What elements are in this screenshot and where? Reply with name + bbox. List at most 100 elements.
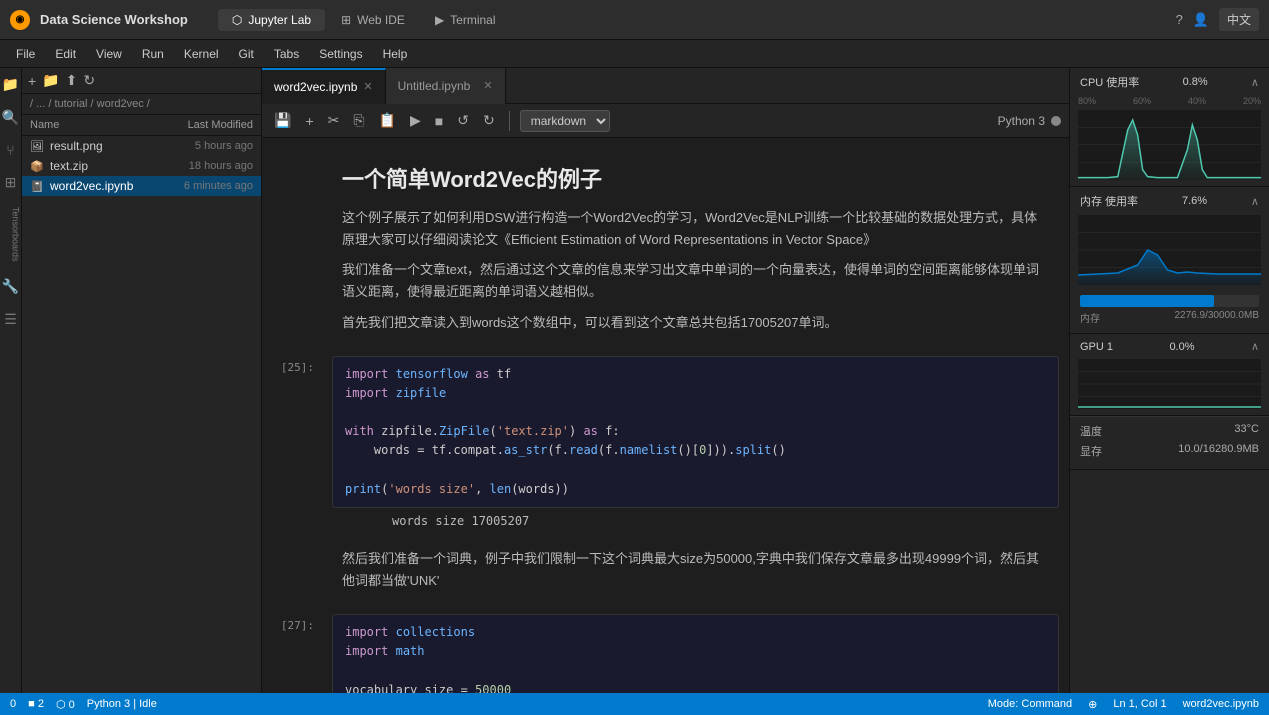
- mem2-row: 显存 10.0/16280.9MB: [1080, 443, 1259, 459]
- new-file-btn[interactable]: +: [28, 73, 36, 89]
- file-name-result-png: result.png: [50, 139, 163, 153]
- code-content-25: import tensorflow as tf import zipfile w…: [333, 357, 1058, 507]
- mem2-label: 显存: [1080, 443, 1102, 459]
- menu-kernel[interactable]: Kernel: [176, 44, 227, 64]
- sidebar-icon-menu[interactable]: ☰: [1, 311, 21, 328]
- main-area: 📁 🔍 ⑂ ⊞ Tensorboards 🔧 ☰ + 📁 ⬆ ↻ / ... /…: [0, 68, 1269, 693]
- memory-value: 7.6%: [1182, 195, 1207, 207]
- memory-panel-header[interactable]: 内存 使用率 7.6% ∧: [1070, 187, 1269, 215]
- code-cell-27[interactable]: import collections import math vocabular…: [332, 614, 1059, 693]
- refresh-btn[interactable]: ↻: [83, 72, 95, 89]
- menu-file[interactable]: File: [8, 44, 43, 64]
- notebook-tab-untitled-close[interactable]: ✕: [483, 79, 492, 92]
- cpu-chart-labels: 80% 60% 40% 20%: [1070, 96, 1269, 106]
- stop-btn[interactable]: ■: [431, 111, 447, 131]
- status-2: ⬡ 0: [56, 698, 75, 711]
- app-title: Data Science Workshop: [40, 12, 188, 27]
- cpu-panel-header[interactable]: CPU 使用率 0.8% ∧: [1070, 68, 1269, 96]
- file-time-result-png: 5 hours ago: [163, 140, 253, 152]
- separator: [509, 111, 510, 131]
- new-folder-btn[interactable]: 📁: [42, 72, 59, 89]
- menu-tabs[interactable]: Tabs: [266, 44, 307, 64]
- menu-bar: File Edit View Run Kernel Git Tabs Setti…: [0, 40, 1269, 68]
- notebook-tabs: word2vec.ipynb ✕ Untitled.ipynb ✕: [262, 68, 1069, 104]
- status-bar: 0 ■ 2 ⬡ 0 Python 3 | Idle Mode: Command …: [0, 693, 1269, 715]
- memory-expand-icon: ∧: [1251, 195, 1259, 208]
- cut-btn[interactable]: ✂: [324, 110, 344, 131]
- cell-body-title[interactable]: 一个简单Word2Vec的例子 这个例子展示了如何利用DSW进行构造一个Word…: [322, 152, 1069, 352]
- menu-run[interactable]: Run: [134, 44, 172, 64]
- notebook-tab-word2vec-close[interactable]: ✕: [363, 80, 372, 93]
- copy-btn[interactable]: ⎘: [349, 110, 368, 131]
- cell-25-label: [25]:: [262, 356, 322, 534]
- output-25: words size 17005207: [322, 508, 1069, 534]
- notebook-desc3: 首先我们把文章读入到words这个数组中，可以看到这个文章总共包括1700520…: [342, 312, 1049, 334]
- terminal-icon: ▶: [435, 13, 444, 27]
- sidebar-icon-files[interactable]: 📁: [1, 76, 21, 93]
- temp-section: 温度 33°C 显存 10.0/16280.9MB: [1070, 416, 1269, 469]
- tab-terminal-label: Terminal: [450, 13, 495, 27]
- memory-panel: 内存 使用率 7.6% ∧: [1070, 187, 1269, 334]
- sidebar-icon-git[interactable]: ⑂: [1, 142, 21, 158]
- file-list: 🖼 result.png 5 hours ago 📦 text.zip 18 h…: [22, 136, 261, 693]
- tab-jupyter[interactable]: ⬡ Jupyter Lab: [218, 9, 325, 31]
- kernel-name: Python 3: [998, 114, 1045, 128]
- help-button[interactable]: ?: [1176, 12, 1183, 27]
- notebook-content: 一个简单Word2Vec的例子 这个例子展示了如何利用DSW进行构造一个Word…: [262, 138, 1069, 693]
- add-cell-btn[interactable]: +: [301, 111, 317, 131]
- top-tabs: ⬡ Jupyter Lab ⊞ Web IDE ▶ Terminal: [218, 9, 510, 31]
- temp-label: 温度: [1080, 423, 1102, 439]
- notebook-tab-untitled-label: Untitled.ipynb: [398, 79, 471, 93]
- menu-edit[interactable]: Edit: [47, 44, 84, 64]
- file-time-text-zip: 18 hours ago: [163, 160, 253, 172]
- menu-help[interactable]: Help: [375, 44, 416, 64]
- file-name-text-zip: text.zip: [50, 159, 163, 173]
- status-encoding: ⊕: [1088, 698, 1097, 711]
- right-sidebar: CPU 使用率 0.8% ∧ 80% 60% 40% 20%: [1069, 68, 1269, 693]
- temp-panel: 温度 33°C 显存 10.0/16280.9MB: [1070, 416, 1269, 470]
- notebook-toolbar: 💾 + ✂ ⎘ 📋 ▶ ■ ↺ ↻ markdown Python 3: [262, 104, 1069, 138]
- gpu-panel: GPU 1 0.0% ∧: [1070, 334, 1269, 416]
- notebook-tab-word2vec[interactable]: word2vec.ipynb ✕: [262, 68, 386, 104]
- restart-btn[interactable]: ↺: [453, 110, 473, 131]
- menu-settings[interactable]: Settings: [311, 44, 370, 64]
- sidebar-icon-extensions[interactable]: ⊞: [1, 174, 21, 191]
- sidebar-icon-tools[interactable]: 🔧: [1, 278, 21, 295]
- menu-view[interactable]: View: [88, 44, 130, 64]
- file-item-result-png[interactable]: 🖼 result.png 5 hours ago: [22, 136, 261, 156]
- sidebar-icon-search[interactable]: 🔍: [1, 109, 21, 126]
- run-btn[interactable]: ▶: [406, 110, 425, 131]
- code-cell-25[interactable]: import tensorflow as tf import zipfile w…: [332, 356, 1059, 508]
- language-button[interactable]: 中文: [1219, 8, 1259, 31]
- memory-bar-fill: [1080, 295, 1214, 307]
- code-content-27: import collections import math vocabular…: [333, 615, 1058, 693]
- menu-git[interactable]: Git: [231, 44, 262, 64]
- upload-btn[interactable]: ⬆: [66, 72, 78, 89]
- status-1: ■ 2: [28, 698, 44, 710]
- status-file: word2vec.ipynb: [1183, 698, 1259, 710]
- tab-webide[interactable]: ⊞ Web IDE: [327, 9, 419, 31]
- tab-terminal[interactable]: ▶ Terminal: [421, 9, 510, 31]
- file-item-word2vec[interactable]: 📓 word2vec.ipynb 6 minutes ago: [22, 176, 261, 196]
- cell-27-body[interactable]: import collections import math vocabular…: [322, 614, 1069, 693]
- notebook-tab-word2vec-label: word2vec.ipynb: [274, 80, 357, 94]
- refresh-btn[interactable]: ↻: [479, 110, 499, 131]
- temp-value: 33°C: [1234, 423, 1259, 439]
- file-icon-zip: 📦: [30, 160, 46, 173]
- file-item-text-zip[interactable]: 📦 text.zip 18 hours ago: [22, 156, 261, 176]
- cell-body-desc4[interactable]: 然后我们准备一个词典，例子中我们限制一下这个词典最大size为50000,字典中…: [322, 538, 1069, 610]
- cell-25-body[interactable]: import tensorflow as tf import zipfile w…: [322, 356, 1069, 534]
- sidebar-icon-tensorboard[interactable]: Tensorboards: [1, 207, 21, 262]
- column-modified-header: Last Modified: [153, 119, 253, 131]
- cpu-label-80: 80%: [1078, 96, 1096, 106]
- save-btn[interactable]: 💾: [270, 110, 295, 131]
- cpu-expand-icon: ∧: [1251, 76, 1259, 89]
- cell-label-title: [262, 152, 322, 352]
- cell-type-select[interactable]: markdown: [520, 110, 610, 132]
- paste-btn[interactable]: 📋: [375, 110, 400, 131]
- breadcrumb: / ... / tutorial / word2vec /: [22, 94, 261, 115]
- gpu-panel-header[interactable]: GPU 1 0.0% ∧: [1070, 334, 1269, 359]
- user-button[interactable]: 👤: [1193, 12, 1209, 28]
- cpu-value: 0.8%: [1183, 76, 1208, 88]
- notebook-tab-untitled[interactable]: Untitled.ipynb ✕: [386, 68, 506, 104]
